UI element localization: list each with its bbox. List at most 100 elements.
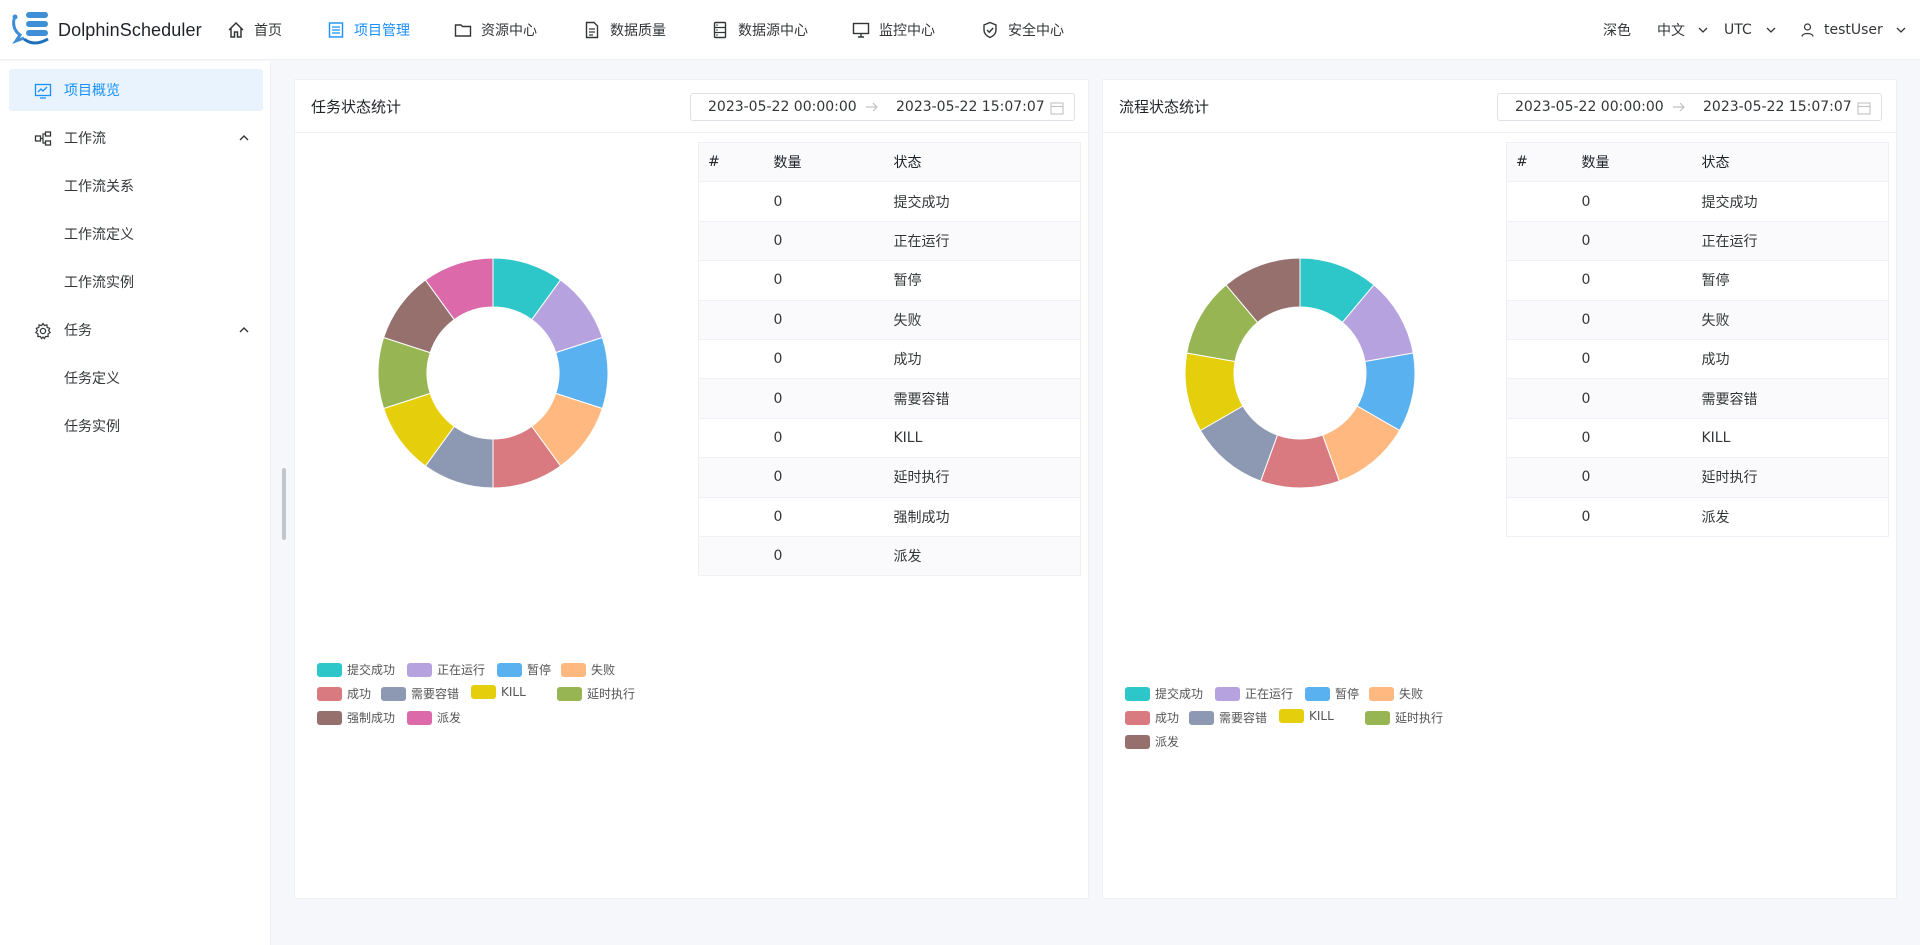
- legend-item[interactable]: 延时执行: [557, 685, 635, 702]
- legend-item[interactable]: 成功: [317, 685, 371, 702]
- sidebar-item-workflow[interactable]: 工作流: [9, 117, 263, 159]
- legend-item[interactable]: 暂停: [1305, 685, 1359, 702]
- end-date[interactable]: 2023-05-22 15:07:07: [1703, 99, 1852, 115]
- legend-swatch: [317, 662, 342, 677]
- legend-item[interactable]: 派发: [1125, 733, 1179, 750]
- table-header-row: # 数量 状态: [1506, 142, 1889, 183]
- row-index-cell: [698, 221, 774, 262]
- legend-label: 需要容错: [1219, 711, 1268, 725]
- column-header-index: #: [698, 142, 774, 183]
- row-index-cell: [1506, 300, 1582, 340]
- legend-label: KILL: [501, 685, 526, 699]
- legend-item[interactable]: 需要容错: [1189, 709, 1267, 726]
- state-cell: 暂停: [893, 260, 1081, 301]
- folder-icon: [454, 24, 472, 37]
- legend-item[interactable]: 正在运行: [407, 661, 485, 678]
- user-menu[interactable]: testUser: [1801, 0, 1907, 60]
- timezone-select[interactable]: UTC: [1724, 0, 1777, 60]
- start-date[interactable]: 2023-05-22 00:00:00: [708, 99, 857, 115]
- table-row: 0 KILL: [1506, 418, 1889, 459]
- nav-security-center[interactable]: 安全中心: [981, 0, 1064, 60]
- legend-label: 延时执行: [587, 687, 636, 701]
- legend-item[interactable]: 需要容错: [381, 685, 459, 702]
- table-row: 0 需要容错: [1506, 378, 1889, 419]
- legend-item[interactable]: 强制成功: [317, 709, 395, 726]
- date-range-picker[interactable]: 2023-05-22 00:00:00 2023-05-22 15:07:07: [1497, 93, 1882, 121]
- legend-item[interactable]: 提交成功: [317, 661, 395, 678]
- theme-toggle[interactable]: 深色: [1603, 0, 1631, 60]
- table-row: 0 延时执行: [1506, 457, 1889, 498]
- legend-item[interactable]: 失败: [561, 661, 615, 678]
- legend-swatch: [317, 710, 342, 725]
- nav-project-management[interactable]: 项目管理: [327, 0, 410, 60]
- legend-label: 需要容错: [411, 687, 460, 701]
- legend-item[interactable]: KILL: [471, 685, 526, 699]
- column-header-count: 数量: [1581, 142, 1702, 183]
- arrow-right-icon: [866, 102, 878, 112]
- brand-logo[interactable]: DolphinScheduler: [12, 10, 202, 50]
- sidebar-item-workflow-relation[interactable]: 工作流关系: [9, 165, 263, 207]
- end-date[interactable]: 2023-05-22 15:07:07: [896, 99, 1045, 115]
- start-date[interactable]: 2023-05-22 00:00:00: [1515, 99, 1664, 115]
- date-range-picker[interactable]: 2023-05-22 00:00:00 2023-05-22 15:07:07: [690, 93, 1075, 121]
- legend-swatch: [1215, 686, 1240, 701]
- sidebar-resize-handle[interactable]: [282, 468, 286, 540]
- row-index-cell: [698, 339, 774, 380]
- row-index-cell: [698, 378, 774, 419]
- count-cell: 0: [1581, 221, 1702, 262]
- legend-item[interactable]: 成功: [1125, 709, 1179, 726]
- row-index-cell: [1506, 181, 1582, 222]
- shield-icon: [983, 21, 997, 39]
- state-cell: 成功: [893, 339, 1081, 380]
- legend-label: 提交成功: [1155, 687, 1204, 701]
- chart-legend: 提交成功 正在运行 暂停 失败成功 需要容错 KILL 延时执行派发: [1125, 685, 1525, 749]
- legend-label: 提交成功: [347, 663, 396, 677]
- chevron-down-icon: [1698, 27, 1708, 33]
- state-cell: 派发: [1701, 497, 1889, 537]
- legend-item[interactable]: 暂停: [497, 661, 551, 678]
- task-state-donut-chart: [377, 257, 609, 489]
- count-cell: 0: [1581, 378, 1702, 419]
- count-cell: 0: [773, 378, 894, 419]
- row-index-cell: [1506, 457, 1582, 498]
- legend-item[interactable]: 派发: [407, 709, 461, 726]
- row-index-cell: [1506, 339, 1582, 380]
- chart-legend: 提交成功 正在运行 暂停 失败成功 需要容错 KILL 延时执行强制成功 派发: [317, 661, 717, 731]
- nav-monitor-center[interactable]: 监控中心: [852, 0, 935, 60]
- nav-data-quality[interactable]: 数据质量: [583, 0, 666, 60]
- sidebar-item-project-overview[interactable]: 项目概览: [9, 69, 263, 111]
- legend-item[interactable]: 延时执行: [1365, 709, 1443, 726]
- sidebar-item-task-instance[interactable]: 任务实例: [9, 405, 263, 447]
- nav-home[interactable]: 首页: [227, 0, 282, 60]
- row-index-cell: [698, 536, 774, 577]
- sidebar-item-workflow-definition[interactable]: 工作流定义: [9, 213, 263, 255]
- legend-item[interactable]: 正在运行: [1215, 685, 1293, 702]
- chevron-down-icon: [1766, 27, 1776, 33]
- count-cell: 0: [773, 418, 894, 459]
- count-cell: 0: [1581, 457, 1702, 498]
- state-cell: 正在运行: [1701, 221, 1889, 262]
- sidebar-item-task[interactable]: 任务: [9, 309, 263, 351]
- sidebar-item-workflow-instance[interactable]: 工作流实例: [9, 261, 263, 303]
- table-row: 0 延时执行: [698, 457, 1081, 498]
- state-cell: 强制成功: [893, 497, 1081, 537]
- nav-resource-center[interactable]: 资源中心: [454, 0, 537, 60]
- legend-item[interactable]: KILL: [1279, 709, 1334, 723]
- count-cell: 0: [773, 221, 894, 262]
- row-index-cell: [1506, 221, 1582, 262]
- count-cell: 0: [773, 536, 894, 577]
- legend-swatch: [1125, 686, 1150, 701]
- legend-item[interactable]: 提交成功: [1125, 685, 1203, 702]
- legend-label: 正在运行: [437, 663, 486, 677]
- table-row: 0 正在运行: [698, 221, 1081, 262]
- language-select[interactable]: 中文: [1657, 0, 1709, 60]
- sidebar-item-task-definition[interactable]: 任务定义: [9, 357, 263, 399]
- legend-swatch: [1369, 686, 1394, 701]
- legend-swatch: [407, 710, 432, 725]
- sidebar: 项目概览 工作流 工作流关系 工作流定义 工作流实例 任务 任务定义 任务实例: [0, 61, 271, 945]
- legend-item[interactable]: 失败: [1369, 685, 1423, 702]
- nav-datasource-center[interactable]: 数据源中心: [711, 0, 808, 60]
- state-cell: KILL: [893, 418, 1081, 459]
- legend-swatch: [1125, 734, 1150, 749]
- table-row: 0 正在运行: [1506, 221, 1889, 262]
